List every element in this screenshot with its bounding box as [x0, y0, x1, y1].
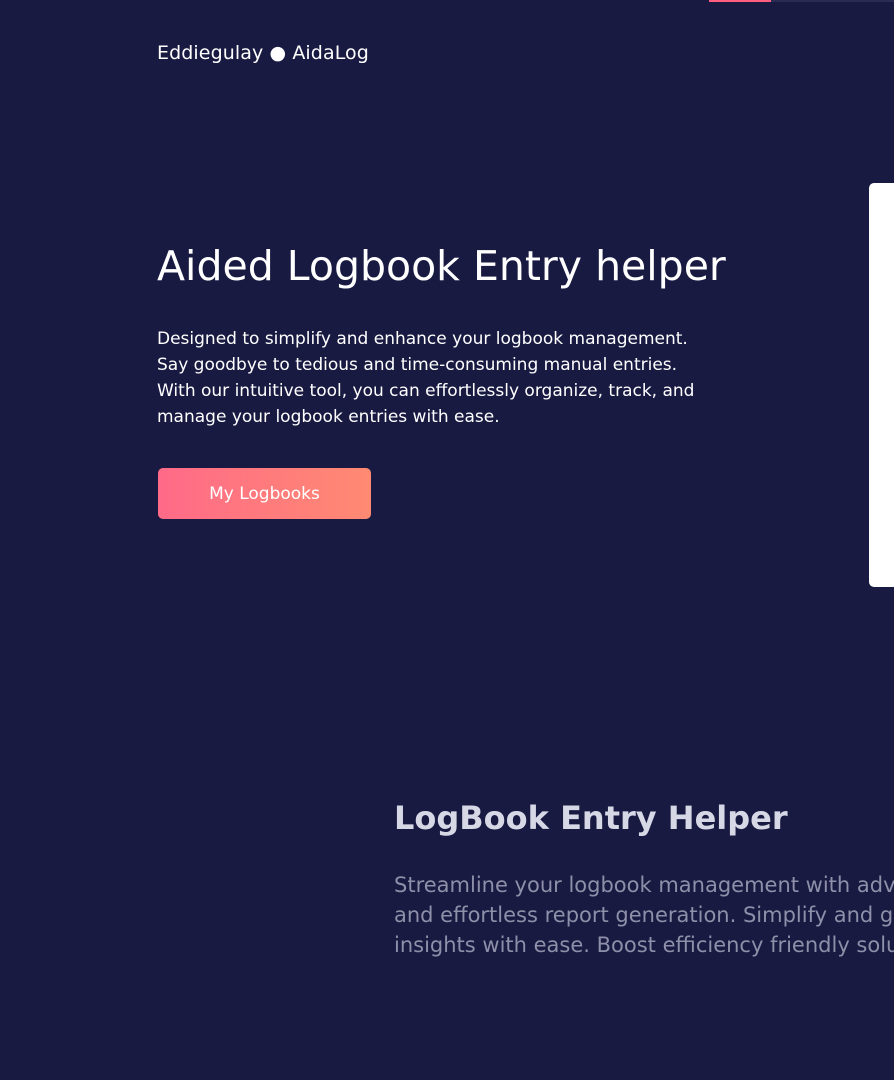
- hero-description: Designed to simplify and enhance your lo…: [157, 329, 695, 427]
- hero-title: Aided Logbook Entry helper: [157, 242, 726, 290]
- hero-preview-card: [869, 183, 894, 587]
- brand-link[interactable]: Eddiegulay ● AidaLog: [157, 42, 369, 64]
- top-accent-bar: [709, 0, 771, 2]
- top-accent-bar-dark: [771, 0, 894, 2]
- feature-title: LogBook Entry Helper: [394, 799, 788, 837]
- my-logbooks-button[interactable]: My Logbooks: [158, 468, 371, 519]
- feature-description: Streamline your logbook management with …: [394, 873, 894, 957]
- page: Eddiegulay ● AidaLog Aided Logbook Entry…: [0, 0, 894, 1080]
